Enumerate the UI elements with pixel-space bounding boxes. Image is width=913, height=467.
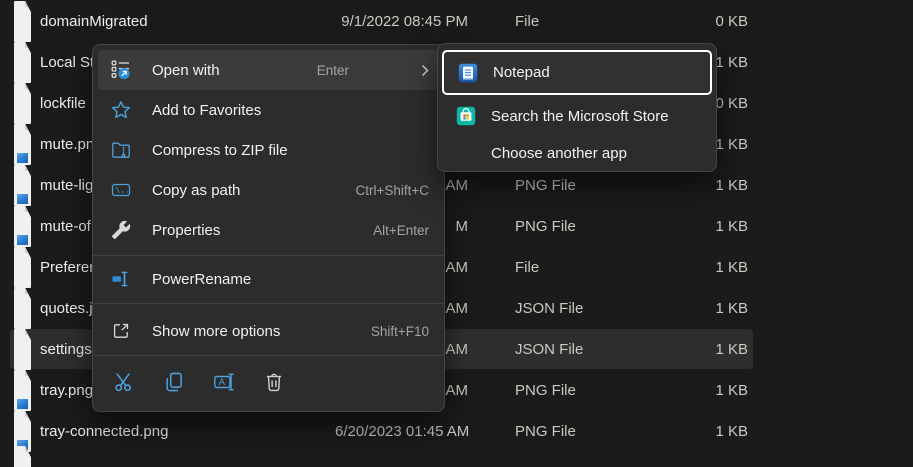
submenu-item-notepad[interactable]: Notepad [442, 50, 712, 95]
file-name: Local St [40, 42, 94, 83]
file-name: quotes.j [40, 288, 93, 329]
file-icon [14, 206, 31, 247]
context-menu: Open with Enter Add to Favorites Compres… [92, 44, 445, 412]
file-size: 1 KB [688, 206, 748, 247]
menu-item-label: Properties [152, 222, 220, 239]
svg-text:\..: \.. [115, 186, 129, 195]
file-icon [14, 329, 31, 370]
cut-button[interactable] [106, 365, 142, 401]
file-date-modified: 9/1/2022 08:45 PM [335, 1, 468, 42]
file-icon [14, 288, 31, 329]
delete-button[interactable] [256, 365, 292, 401]
chevron-right-icon [421, 64, 429, 77]
copy-icon [163, 371, 185, 396]
menu-item-label: Add to Favorites [152, 102, 261, 119]
file-name: mute-lig [40, 165, 93, 206]
menu-item-shortcut: Enter [317, 63, 349, 78]
file-size: 0 KB [688, 1, 748, 42]
menu-item-show-more-options[interactable]: Show more options Shift+F10 [98, 311, 439, 351]
menu-item-label: Copy as path [152, 182, 240, 199]
copy-button[interactable] [156, 365, 192, 401]
file-date-modified [335, 446, 468, 467]
file-size: 1 KB [688, 370, 748, 411]
menu-item-powerrename[interactable]: PowerRename [98, 259, 439, 299]
copy-path-icon: \.. [111, 180, 131, 200]
file-row[interactable]: domainMigrated 9/1/2022 08:45 PM File 0 … [0, 1, 913, 42]
menu-item-label: Compress to ZIP file [152, 142, 288, 159]
file-icon [14, 42, 31, 83]
file-row[interactable] [0, 446, 913, 467]
scissors-icon [113, 371, 135, 396]
star-icon [111, 100, 131, 120]
file-type: File [515, 1, 539, 42]
file-type: JSON File [515, 288, 583, 329]
file-name: Preferen [40, 247, 98, 288]
menu-item-add-to-favorites[interactable]: Add to Favorites [98, 90, 439, 130]
empty-icon-spacer [456, 143, 476, 163]
menu-separator [93, 355, 444, 356]
microsoft-store-icon [456, 106, 476, 126]
menu-item-copy-as-path[interactable]: \.. Copy as path Ctrl+Shift+C [98, 170, 439, 210]
menu-item-open-with[interactable]: Open with Enter [98, 50, 439, 90]
file-name: settings [40, 329, 92, 370]
file-icon [14, 247, 31, 288]
menu-separator [93, 255, 444, 256]
rename-button[interactable]: A [206, 365, 242, 401]
file-icon [14, 124, 31, 165]
menu-item-shortcut: Ctrl+Shift+C [355, 183, 429, 198]
powerrename-icon [111, 269, 131, 289]
file-type: PNG File [515, 370, 576, 411]
file-name: domainMigrated [40, 1, 148, 42]
show-more-icon [111, 321, 131, 341]
file-name: mute-of [40, 206, 91, 247]
file-icon [14, 83, 31, 124]
submenu-item-label: Search the Microsoft Store [491, 108, 669, 125]
file-explorer-window: domainMigrated 9/1/2022 08:45 PM File 0 … [0, 0, 913, 467]
submenu-item-search-microsoft-store[interactable]: Search the Microsoft Store [442, 96, 712, 136]
notepad-app-icon [458, 63, 478, 83]
file-type: File [515, 247, 539, 288]
open-with-submenu: Notepad Search the Microsoft Store Choos… [437, 43, 717, 172]
menu-item-label: Open with [152, 62, 220, 79]
menu-separator [93, 303, 444, 304]
file-name: lockfile [40, 83, 86, 124]
rename-icon: A [213, 371, 235, 396]
menu-item-shortcut: Alt+Enter [373, 223, 429, 238]
submenu-item-label: Choose another app [491, 145, 627, 162]
file-name: tray.png [40, 370, 93, 411]
file-icon [14, 1, 31, 42]
file-name: mute.pn [40, 124, 94, 165]
file-type: PNG File [515, 206, 576, 247]
menu-action-bar: A [98, 361, 439, 405]
submenu-item-label: Notepad [493, 64, 550, 81]
svg-text:A: A [219, 377, 226, 387]
trash-icon [263, 371, 285, 396]
menu-item-label: PowerRename [152, 271, 251, 288]
file-icon [14, 370, 31, 411]
submenu-item-choose-another-app[interactable]: Choose another app [442, 136, 712, 170]
open-with-icon [111, 60, 131, 80]
menu-item-compress-to-zip[interactable]: Compress to ZIP file [98, 130, 439, 170]
file-size: 1 KB [688, 329, 748, 370]
file-icon [14, 165, 31, 206]
file-icon [14, 446, 31, 467]
zip-folder-icon [111, 140, 131, 160]
file-type: JSON File [515, 329, 583, 370]
menu-item-properties[interactable]: Properties Alt+Enter [98, 210, 439, 250]
file-size: 1 KB [688, 247, 748, 288]
file-size [688, 446, 748, 467]
menu-item-label: Show more options [152, 323, 280, 340]
wrench-icon [111, 220, 131, 240]
menu-item-shortcut: Shift+F10 [371, 324, 429, 339]
file-size: 1 KB [688, 288, 748, 329]
